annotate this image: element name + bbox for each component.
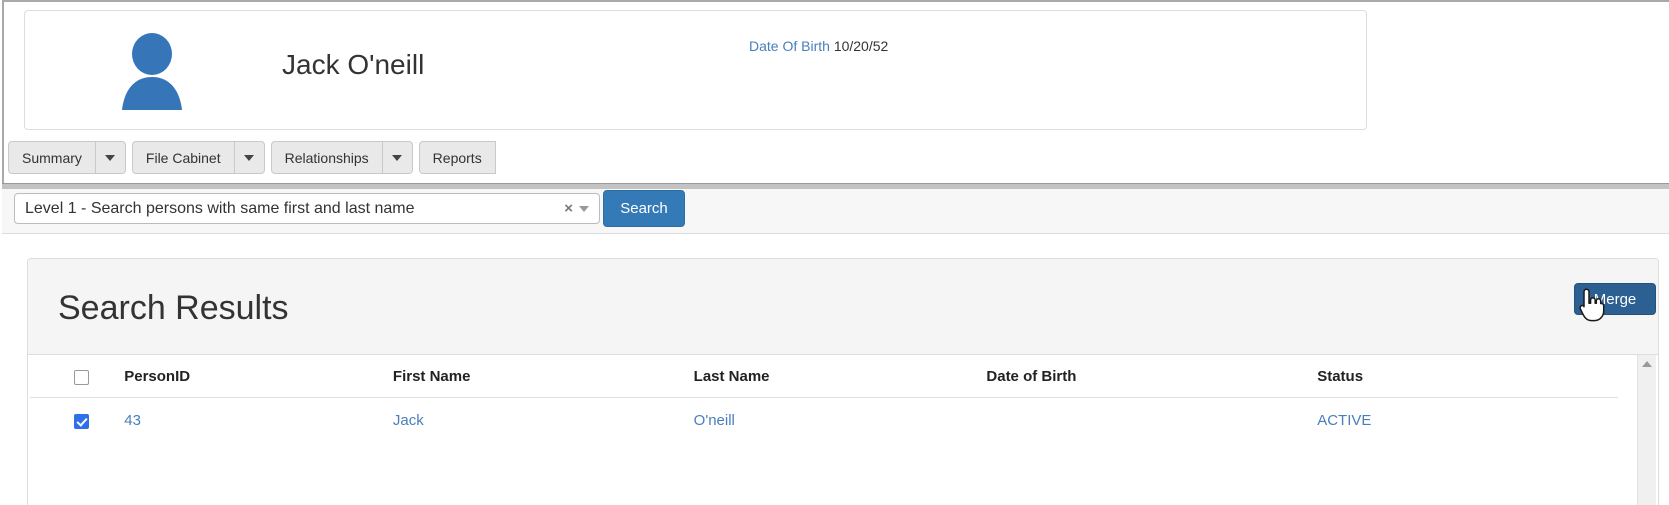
tab-relationships[interactable]: Relationships xyxy=(271,141,383,174)
tab-file-cabinet-dropdown-toggle[interactable] xyxy=(235,141,265,174)
page-title: Jack O'neill xyxy=(282,49,424,81)
table-header-row: PersonID First Name Last Name Date of Bi… xyxy=(30,355,1618,398)
person-icon xyxy=(107,32,197,110)
cell-first-name: Jack xyxy=(393,398,694,444)
search-button[interactable]: Search xyxy=(603,190,685,227)
cell-last-name: O'neill xyxy=(694,398,987,444)
nav-button-bar: Summary File Cabinet Relationships Repor… xyxy=(8,141,496,174)
select-all-header xyxy=(30,355,124,398)
nav-group-reports: Reports xyxy=(419,141,496,174)
chevron-down-icon xyxy=(105,155,115,161)
merge-button[interactable]: Merge xyxy=(1574,283,1656,315)
profile-card: Jack O'neill Date Of Birth 10/20/52 xyxy=(24,10,1367,130)
date-of-birth-block: Date Of Birth 10/20/52 xyxy=(749,38,888,54)
nav-group-relationships: Relationships xyxy=(271,141,413,174)
row-select-checkbox[interactable] xyxy=(74,414,89,429)
results-table-wrap: PersonID First Name Last Name Date of Bi… xyxy=(28,355,1658,505)
person-id-link[interactable]: 43 xyxy=(124,412,141,429)
chevron-down-icon xyxy=(244,155,254,161)
tab-summary-dropdown-toggle[interactable] xyxy=(96,141,126,174)
tab-summary[interactable]: Summary xyxy=(8,141,96,174)
results-title: Search Results xyxy=(58,289,289,328)
app-frame: Jack O'neill Date Of Birth 10/20/52 Summ… xyxy=(2,0,1669,186)
date-of-birth-label[interactable]: Date Of Birth xyxy=(749,38,830,54)
column-header-person-id[interactable]: PersonID xyxy=(124,355,393,398)
table-row: 43 Jack O'neill ACTIVE xyxy=(30,398,1618,444)
select-all-checkbox[interactable] xyxy=(74,370,89,385)
table-scrollbar[interactable] xyxy=(1637,355,1656,505)
column-header-date-of-birth[interactable]: Date of Birth xyxy=(986,355,1317,398)
column-header-last-name[interactable]: Last Name xyxy=(694,355,987,398)
cell-date-of-birth xyxy=(986,398,1317,444)
search-results-panel: Search Results Merge PersonID First Name… xyxy=(27,258,1659,505)
row-select-cell xyxy=(30,398,124,444)
cell-person-id: 43 xyxy=(124,398,393,444)
column-header-first-name[interactable]: First Name xyxy=(393,355,694,398)
search-level-select[interactable]: Level 1 - Search persons with same first… xyxy=(14,193,600,224)
results-table: PersonID First Name Last Name Date of Bi… xyxy=(30,355,1618,443)
search-level-selected-value: Level 1 - Search persons with same first… xyxy=(15,200,558,218)
last-name-link[interactable]: O'neill xyxy=(694,412,735,429)
tab-reports[interactable]: Reports xyxy=(419,141,496,174)
clear-icon[interactable]: × xyxy=(558,200,579,217)
app-page: Jack O'neill Date Of Birth 10/20/52 Summ… xyxy=(0,0,1669,505)
date-of-birth-value: 10/20/52 xyxy=(834,38,889,54)
tab-relationships-dropdown-toggle[interactable] xyxy=(383,141,413,174)
scroll-up-arrow-icon[interactable] xyxy=(1642,361,1652,367)
chevron-down-icon[interactable] xyxy=(579,206,589,212)
first-name-link[interactable]: Jack xyxy=(393,412,424,429)
results-panel-heading: Search Results Merge xyxy=(28,259,1658,355)
status-link[interactable]: ACTIVE xyxy=(1317,412,1371,429)
cell-status: ACTIVE xyxy=(1317,398,1618,444)
nav-group-file-cabinet: File Cabinet xyxy=(132,141,265,174)
nav-group-summary: Summary xyxy=(8,141,126,174)
chevron-down-icon xyxy=(392,155,402,161)
column-header-status[interactable]: Status xyxy=(1317,355,1618,398)
tab-file-cabinet[interactable]: File Cabinet xyxy=(132,141,235,174)
